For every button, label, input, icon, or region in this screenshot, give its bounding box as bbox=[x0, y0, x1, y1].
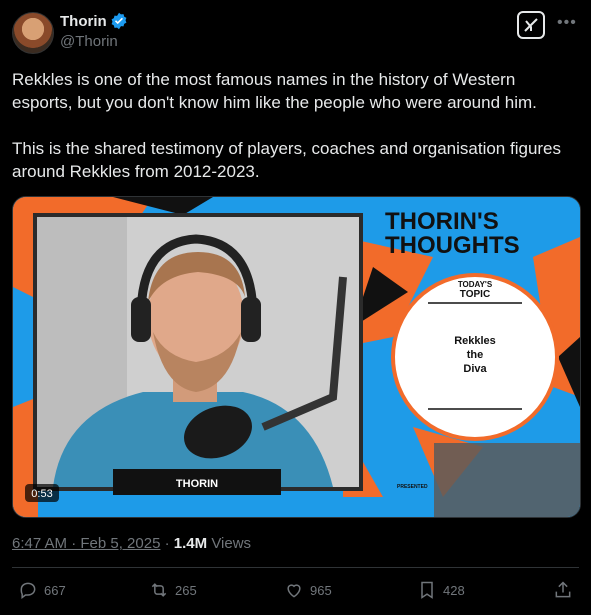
tweet-meta: 6:47 AM · Feb 5, 2025 · 1.4M Views bbox=[12, 535, 251, 552]
reply-button[interactable]: 667 bbox=[18, 580, 66, 600]
video-nameplate: THORIN bbox=[176, 478, 218, 490]
topic-label: TOPIC bbox=[460, 289, 490, 300]
reply-count: 667 bbox=[44, 582, 66, 598]
video-duration: 0:53 bbox=[31, 488, 52, 500]
bookmark-count: 428 bbox=[443, 582, 465, 598]
tweet-timestamp[interactable]: 6:47 AM · Feb 5, 2025 bbox=[12, 535, 160, 552]
bookmark-button[interactable]: 428 bbox=[417, 580, 465, 600]
repost-count: 265 bbox=[175, 582, 197, 598]
more-options-icon[interactable]: ••• bbox=[557, 14, 577, 32]
action-bar: 667 265 965 428 bbox=[12, 580, 579, 608]
grok-icon[interactable] bbox=[517, 11, 545, 39]
tweet-text: Rekkles is one of the most famous names … bbox=[12, 70, 562, 181]
views-label: Views bbox=[211, 535, 252, 552]
author-name[interactable]: Thorin bbox=[60, 13, 107, 30]
brand-line2: THOUGHTS bbox=[385, 232, 520, 259]
share-button[interactable] bbox=[553, 580, 573, 600]
bookmark-icon bbox=[421, 581, 433, 599]
brand-line1: THORIN'S bbox=[385, 208, 499, 235]
repost-button[interactable]: 265 bbox=[149, 580, 197, 600]
todays-label: TODAY'S bbox=[458, 280, 493, 289]
topic-text-3: Diva bbox=[463, 363, 487, 375]
views-count: 1.4M bbox=[173, 535, 208, 552]
avatar[interactable] bbox=[12, 12, 54, 54]
divider bbox=[12, 567, 579, 568]
like-button[interactable]: 965 bbox=[284, 580, 332, 600]
like-count: 965 bbox=[310, 582, 332, 598]
author-handle[interactable]: @Thorin bbox=[60, 33, 118, 50]
like-icon bbox=[287, 584, 301, 598]
topic-text-2: the bbox=[467, 349, 484, 361]
repost-icon bbox=[151, 583, 167, 597]
video-frame: THORIN THORIN'S THOUGHTS TODAY'S TOPIC R… bbox=[13, 197, 580, 517]
grok-glyph-icon bbox=[524, 18, 538, 32]
topic-text-1: Rekkles bbox=[454, 335, 496, 347]
video-player[interactable]: THORIN THORIN'S THOUGHTS TODAY'S TOPIC R… bbox=[12, 196, 581, 518]
verified-badge-icon bbox=[111, 12, 127, 30]
share-icon bbox=[555, 581, 571, 598]
presented-label: PRESENTED bbox=[397, 484, 428, 490]
meta-separator: · bbox=[164, 535, 174, 552]
reply-icon bbox=[20, 582, 36, 599]
